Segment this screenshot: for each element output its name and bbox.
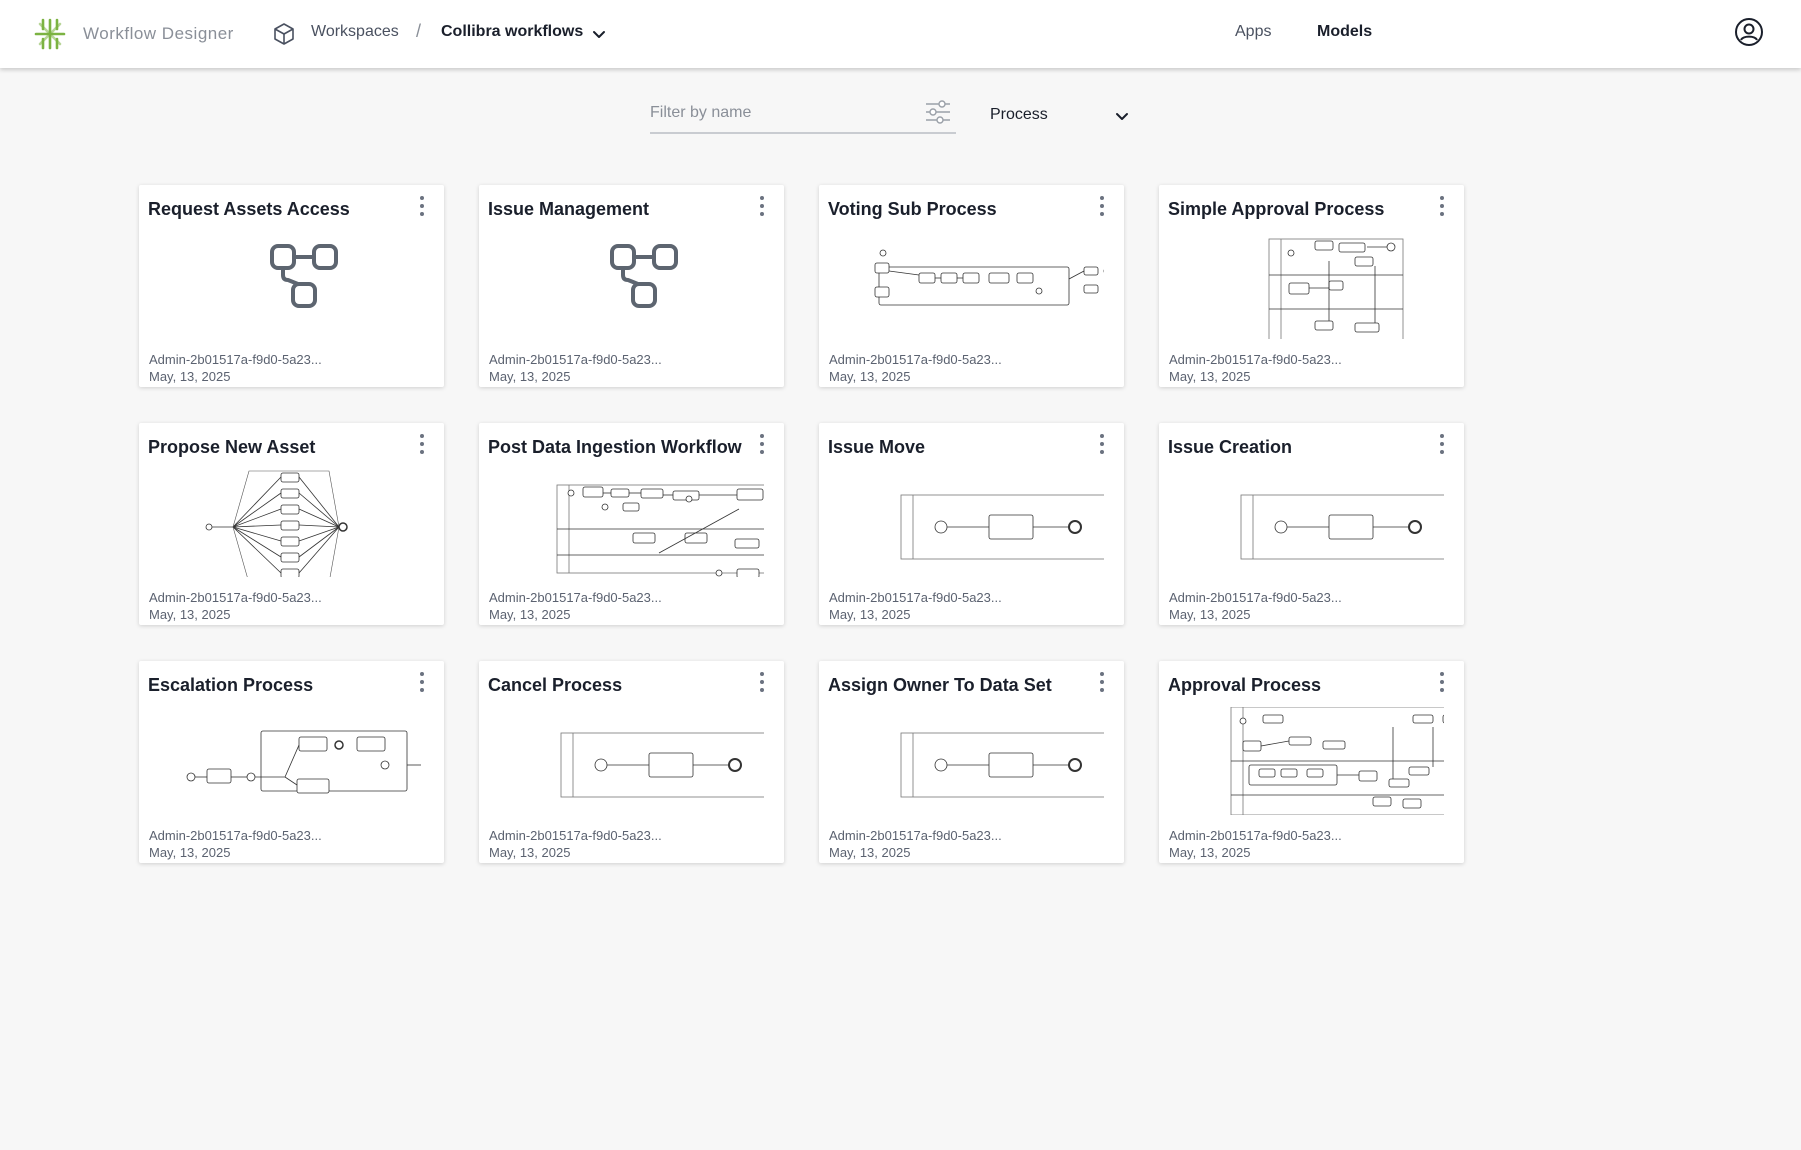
nav-tab-models[interactable]: Models bbox=[1317, 23, 1372, 41]
workflow-card[interactable]: Approval Process Admin-2b01517a-f9d0-5a23… bbox=[1159, 661, 1464, 863]
workflow-diagram-thumbnail bbox=[186, 730, 421, 794]
workflow-card-title: Escalation Process bbox=[148, 675, 314, 695]
workflow-card-owner: Admin-2b01517a-f9d0-5a23... bbox=[149, 590, 322, 605]
workflow-card-date: May, 13, 2025 bbox=[149, 607, 231, 622]
workflow-card[interactable]: Request Assets Access Admin-2b01517a-f9d… bbox=[139, 185, 444, 387]
workflow-card-date: May, 13, 2025 bbox=[829, 607, 911, 622]
filter-by-name-field bbox=[650, 92, 956, 134]
top-bar: Workflow Designer Workspaces / Collibra … bbox=[0, 0, 1801, 68]
workflow-card-date: May, 13, 2025 bbox=[489, 369, 571, 384]
chevron-down-icon bbox=[1116, 113, 1128, 120]
workflow-card-owner: Admin-2b01517a-f9d0-5a23... bbox=[149, 828, 322, 843]
workflow-card-title: Post Data Ingestion Workflow bbox=[488, 437, 742, 457]
workflow-card-date: May, 13, 2025 bbox=[149, 369, 231, 384]
workflow-card-title: Issue Move bbox=[828, 437, 926, 457]
breadcrumb-separator: / bbox=[416, 21, 422, 41]
workflow-card-owner: Admin-2b01517a-f9d0-5a23... bbox=[1169, 828, 1342, 843]
workflow-card-date: May, 13, 2025 bbox=[829, 369, 911, 384]
workflow-card-title: Issue Creation bbox=[1168, 437, 1293, 457]
process-type-selected-value: Process bbox=[990, 106, 1048, 123]
workflow-card-title: Approval Process bbox=[1168, 675, 1322, 695]
more-options-icon[interactable] bbox=[1091, 192, 1113, 222]
workflow-card[interactable]: Simple Approval Process Admin-2b01517a-f9… bbox=[1159, 185, 1464, 387]
workflow-card-title: Request Assets Access bbox=[148, 199, 350, 219]
workflow-model-icon bbox=[270, 244, 338, 308]
workflow-card-date: May, 13, 2025 bbox=[489, 607, 571, 622]
workflow-card-date: May, 13, 2025 bbox=[1169, 845, 1251, 860]
more-options-icon[interactable] bbox=[1431, 192, 1453, 222]
filter-settings-icon[interactable] bbox=[924, 98, 952, 126]
process-type-select[interactable]: Process bbox=[990, 100, 1140, 132]
workflow-diagram-thumbnail bbox=[1240, 494, 1444, 560]
workflow-card-owner: Admin-2b01517a-f9d0-5a23... bbox=[489, 590, 662, 605]
workflow-card-owner: Admin-2b01517a-f9d0-5a23... bbox=[149, 352, 322, 367]
more-options-icon[interactable] bbox=[751, 192, 773, 222]
workflow-card-date: May, 13, 2025 bbox=[829, 845, 911, 860]
workflow-card-date: May, 13, 2025 bbox=[489, 845, 571, 860]
workflow-diagram-thumbnail bbox=[556, 484, 764, 577]
workflow-card[interactable]: Issue Move Admin-2b01517a-f9d0-5a23... May… bbox=[819, 423, 1124, 625]
more-options-icon[interactable] bbox=[1431, 668, 1453, 698]
workflow-card-owner: Admin-2b01517a-f9d0-5a23... bbox=[829, 352, 1002, 367]
workflow-card-owner: Admin-2b01517a-f9d0-5a23... bbox=[489, 352, 662, 367]
more-options-icon[interactable] bbox=[751, 430, 773, 460]
more-options-icon[interactable] bbox=[411, 668, 433, 698]
workspace-cube-icon bbox=[274, 23, 294, 45]
user-account-icon[interactable] bbox=[1734, 17, 1764, 47]
more-options-icon[interactable] bbox=[1091, 668, 1113, 698]
workflow-card[interactable]: Post Data Ingestion Workflow Admin-2b0151… bbox=[479, 423, 784, 625]
workflow-diagram-thumbnail bbox=[560, 732, 764, 798]
workflow-card-title: Cancel Process bbox=[488, 675, 623, 695]
workflow-model-icon bbox=[610, 244, 678, 308]
workflow-card-owner: Admin-2b01517a-f9d0-5a23... bbox=[489, 828, 662, 843]
collibra-logo-icon[interactable] bbox=[34, 18, 66, 50]
workflow-card-owner: Admin-2b01517a-f9d0-5a23... bbox=[1169, 590, 1342, 605]
breadcrumb-workspaces-link[interactable]: Workspaces bbox=[311, 23, 399, 41]
workflow-card[interactable]: Issue Creation Admin-2b01517a-f9d0-5a23..… bbox=[1159, 423, 1464, 625]
nav-tab-apps[interactable]: Apps bbox=[1235, 23, 1271, 41]
workflow-diagram-thumbnail bbox=[874, 249, 1104, 306]
workflow-card-title: Propose New Asset bbox=[148, 437, 316, 457]
workflow-card[interactable]: Cancel Process Admin-2b01517a-f9d0-5a23..… bbox=[479, 661, 784, 863]
workflow-card[interactable]: Propose New Asset Admin-2b01517a-f9d0-5a2… bbox=[139, 423, 444, 625]
workflow-diagram-thumbnail bbox=[900, 494, 1104, 560]
workflow-diagram-thumbnail bbox=[1230, 707, 1444, 815]
workflow-card-title: Issue Management bbox=[488, 199, 650, 219]
more-options-icon[interactable] bbox=[411, 192, 433, 222]
more-options-icon[interactable] bbox=[751, 668, 773, 698]
workflow-card-title: Assign Owner To Data Set bbox=[828, 675, 1052, 695]
workflow-card-title: Simple Approval Process bbox=[1168, 199, 1385, 219]
workflow-card-owner: Admin-2b01517a-f9d0-5a23... bbox=[1169, 352, 1342, 367]
more-options-icon[interactable] bbox=[411, 430, 433, 460]
workflow-card-date: May, 13, 2025 bbox=[149, 845, 231, 860]
workflow-card[interactable]: Voting Sub Process Admin-2b01517a-f9d0-5a… bbox=[819, 185, 1124, 387]
workflow-card-title: Voting Sub Process bbox=[828, 199, 997, 219]
workflow-card[interactable]: Escalation Process Admin-2b01517a-f9d0-5a… bbox=[139, 661, 444, 863]
filter-by-name-input[interactable] bbox=[650, 98, 910, 128]
workflow-diagram-thumbnail bbox=[205, 470, 348, 577]
workflow-card-owner: Admin-2b01517a-f9d0-5a23... bbox=[829, 590, 1002, 605]
more-options-icon[interactable] bbox=[1431, 430, 1453, 460]
workflow-card-owner: Admin-2b01517a-f9d0-5a23... bbox=[829, 828, 1002, 843]
more-options-icon[interactable] bbox=[1091, 430, 1113, 460]
workflow-card-date: May, 13, 2025 bbox=[1169, 607, 1251, 622]
workflow-card-date: May, 13, 2025 bbox=[1169, 369, 1251, 384]
workflow-diagram-thumbnail bbox=[1268, 238, 1404, 339]
workflow-card[interactable]: Issue Management Admin-2b01517a-f9d0-5a2… bbox=[479, 185, 784, 387]
workflow-card[interactable]: Assign Owner To Data Set Admin-2b01517a-f… bbox=[819, 661, 1124, 863]
workflow-diagram-thumbnail bbox=[900, 732, 1104, 798]
breadcrumb-current-workspace[interactable]: Collibra workflows bbox=[441, 23, 583, 41]
app-name[interactable]: Workflow Designer bbox=[83, 24, 234, 44]
chevron-down-icon[interactable] bbox=[591, 26, 607, 42]
